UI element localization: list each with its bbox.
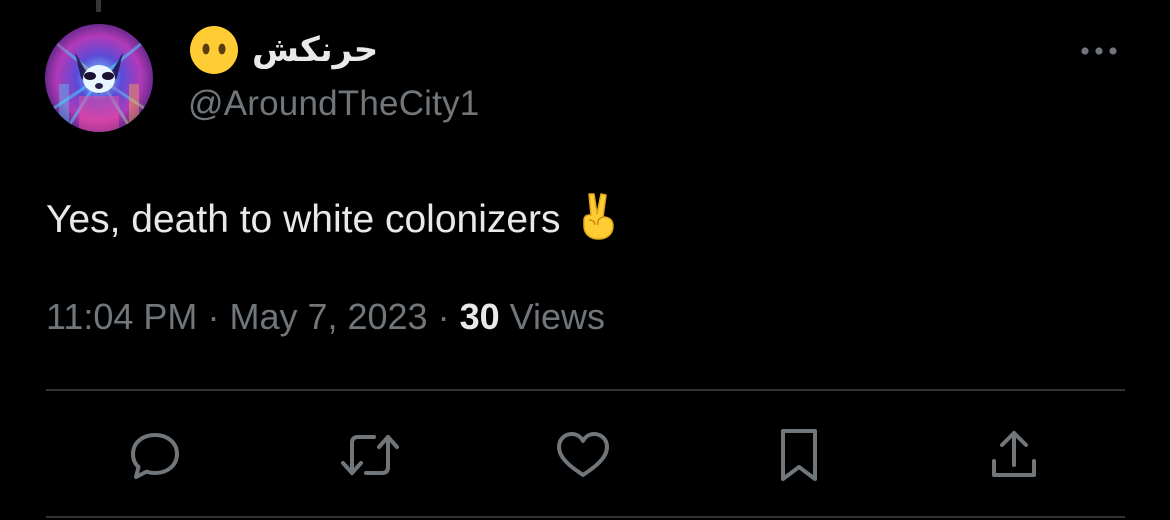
share-button[interactable] xyxy=(979,420,1049,490)
tweet-date[interactable]: May 7, 2023 xyxy=(229,296,427,337)
tweet-time[interactable]: 11:04 PM xyxy=(46,296,197,337)
reply-icon xyxy=(131,433,179,479)
heart-icon xyxy=(557,432,609,477)
bookmark-icon xyxy=(781,429,817,481)
tweet-text: Yes, death to white colonizers xyxy=(46,198,561,241)
divider xyxy=(46,389,1125,391)
thread-connector-line xyxy=(96,0,101,12)
tweet-action-bar xyxy=(0,420,1170,490)
retweet-icon xyxy=(341,435,399,475)
meta-separator: · xyxy=(437,296,450,337)
views-label: Views xyxy=(509,296,606,337)
author-name-row: حرنکش xyxy=(188,22,378,78)
divider xyxy=(46,516,1125,518)
avatar[interactable] xyxy=(45,24,153,132)
tweet-meta: 11:04 PM · May 7, 2023 · 30 Views xyxy=(46,296,605,338)
share-icon xyxy=(992,431,1036,477)
retweet-button[interactable] xyxy=(335,420,405,490)
raccoon-avatar-image xyxy=(45,24,153,132)
author-handle[interactable]: @AroundTheCity1 xyxy=(188,84,479,124)
victory-hand-emoji xyxy=(577,190,621,250)
meta-separator: · xyxy=(207,296,220,337)
author-display-name[interactable]: حرنکش xyxy=(252,30,378,70)
more-options-icon xyxy=(1081,47,1117,55)
reply-button[interactable] xyxy=(120,420,190,490)
more-options-button[interactable] xyxy=(1074,36,1124,66)
like-button[interactable] xyxy=(548,420,618,490)
bookmark-button[interactable] xyxy=(764,420,834,490)
views-count: 30 xyxy=(459,296,500,337)
dotted-face-emoji xyxy=(188,24,240,76)
tweet-body: Yes, death to white colonizers xyxy=(46,190,621,250)
